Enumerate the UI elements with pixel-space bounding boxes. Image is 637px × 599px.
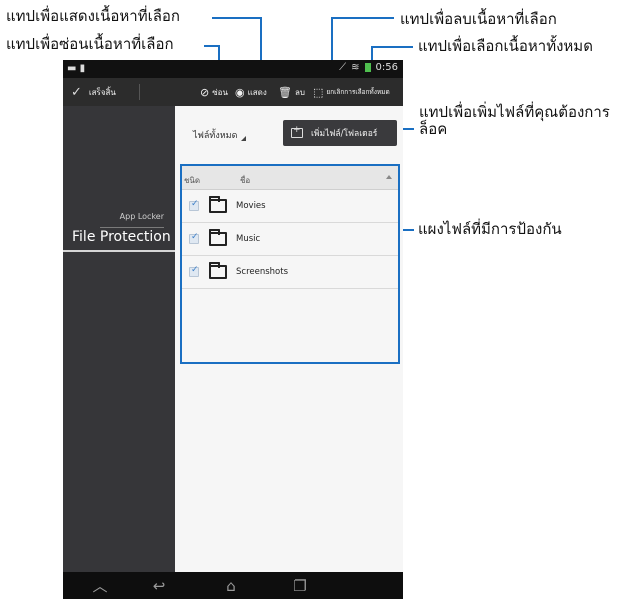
sidebar-selected-indicator [63,250,175,252]
notification-icons: ▬ ▮ [67,63,86,74]
dropdown-triangle-icon [241,135,247,141]
back-icon[interactable]: ↩ [149,577,169,595]
select-cursor-icon: ⬚ [313,85,324,99]
callout-add-file-line1: แทปเพื่อเพิ่มไฟล์ที่คุณต้องการ [419,103,610,121]
callout-line [212,17,262,19]
row-checkbox[interactable] [189,232,199,244]
table-row[interactable]: Movies [182,190,398,223]
callout-hide-tab: แทปเพื่อซ่อนเนื้อหาที่เลือก [6,35,174,53]
callout-select-all-tab: แทปเพื่อเลือกเนื้อหาทั้งหมด [418,37,593,55]
recent-apps-icon[interactable]: ❐ [290,577,310,595]
eye-slash-icon: ⊘ [200,85,210,99]
done-button[interactable]: ✓ เสร็จสิ้น [71,78,116,106]
folder-icon [209,262,227,279]
folder-icon [209,196,227,213]
table-header: ชนิด ชื่อ [182,166,398,190]
main-content: ไฟล์ทั้งหมด เพิ่มไฟล์/โฟลเดอร์ ชนิด ชื่อ… [175,106,403,572]
callout-add-file-line2: ล็อค [419,120,448,138]
file-name: Screenshots [236,267,289,277]
callout-line [331,17,394,19]
sidebar-item-app-locker[interactable]: App Locker [120,212,164,221]
clock: 0:56 [375,62,398,73]
add-file-icon [291,125,303,138]
annotated-screenshot: แทปเพื่อแสดงเนื้อหาที่เลือก แทปเพื่อซ่อน… [0,0,637,599]
eye-icon: ◉ [235,85,245,99]
row-checkbox[interactable] [189,265,199,277]
column-header-type[interactable]: ชนิด [184,174,200,187]
battery-icon [364,63,371,72]
sort-arrow-icon[interactable] [386,175,392,179]
callout-line [371,46,413,48]
column-header-name[interactable]: ชื่อ [240,174,250,187]
action-bar: ✓ เสร็จสิ้น ⊘ ซ่อน ◉ แสดง 🗑 ลบ ⬚ ยกเลิกก… [63,78,403,106]
deselect-all-button[interactable]: ⬚ ยกเลิกการเลือกทั้งหมด [313,78,390,106]
sidebar-item-file-protection[interactable]: File Protection [72,229,172,245]
row-checkbox[interactable] [189,199,199,211]
delete-button[interactable]: 🗑 ลบ [278,78,305,106]
trash-icon: 🗑 [278,85,292,99]
status-bar: ▬ ▮ ⟋ ≋ 0:56 [63,60,403,78]
table-row[interactable]: Screenshots [182,256,398,289]
callout-delete-tab: แทปเพื่อลบเนื้อหาที่เลือก [400,10,557,28]
sidebar: App Locker File Protection [63,106,175,572]
signal-icon: ⟋ [339,62,347,73]
device-screen: ▬ ▮ ⟋ ≋ 0:56 ✓ เสร็จสิ้น ⊘ ซ่อน ◉ แสดง 🗑… [63,60,403,599]
navigation-bar: ︿ ↩ ⌂ ❐ [63,572,403,599]
checkmark-icon: ✓ [71,84,82,100]
folder-icon [209,229,227,246]
file-filter-dropdown[interactable]: ไฟล์ทั้งหมด [193,128,247,142]
file-name: Movies [236,201,266,211]
callout-file-panel: แผงไฟล์ที่มีการป้องกัน [418,220,562,238]
collapse-icon[interactable]: ︿ [90,577,110,595]
sidebar-divider [100,227,164,228]
file-name: Music [236,234,261,244]
show-button[interactable]: ◉ แสดง [235,78,267,106]
table-row[interactable]: Music [182,223,398,256]
action-bar-divider [139,84,140,100]
add-file-folder-button[interactable]: เพิ่มไฟล์/โฟลเดอร์ [283,120,397,146]
callout-show-tab: แทปเพื่อแสดงเนื้อหาที่เลือก [6,7,180,25]
home-icon[interactable]: ⌂ [221,577,241,595]
protected-file-panel: ชนิด ชื่อ Movies Music Screen [180,164,400,364]
wifi-icon: ≋ [351,62,360,73]
hide-button[interactable]: ⊘ ซ่อน [200,78,228,106]
